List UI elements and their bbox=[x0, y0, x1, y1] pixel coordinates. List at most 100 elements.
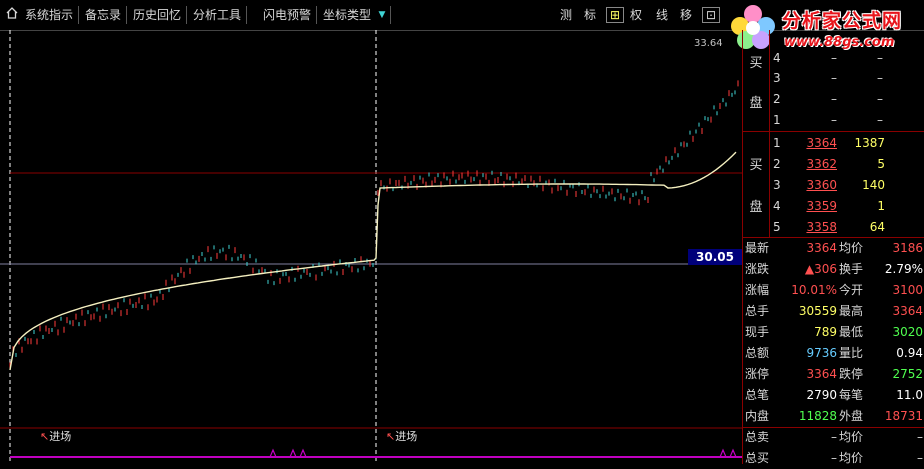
level-number: 5 bbox=[773, 220, 781, 234]
order-level-row: 1 – – bbox=[743, 110, 924, 131]
stat-value: 3364 bbox=[892, 304, 923, 318]
chevron-down-icon[interactable]: ▼ bbox=[372, 6, 392, 24]
level-price: 3359 bbox=[806, 199, 837, 213]
chart-top-price: 33.64 bbox=[694, 38, 723, 49]
stat-value: 9736 bbox=[806, 346, 837, 360]
logo-title: 分析家公式网 bbox=[782, 10, 903, 32]
stat-label: 最新 bbox=[745, 241, 770, 255]
stat-row: 最新 3364 均价 3186 bbox=[743, 238, 924, 259]
stat-label: 均价 bbox=[839, 241, 864, 255]
entry-signal-text: 进场 bbox=[395, 430, 418, 443]
level-volume: – bbox=[877, 71, 883, 85]
level-number: 2 bbox=[773, 92, 781, 106]
level-volume: – bbox=[877, 92, 883, 106]
menu-coordinate-type[interactable]: 坐标类型 bbox=[318, 6, 376, 24]
level-number: 4 bbox=[773, 199, 781, 213]
signal-peaks bbox=[269, 448, 737, 458]
entry-signal-label: ↖进场 bbox=[386, 428, 417, 444]
zoom-in-icon[interactable]: ⊞ bbox=[606, 7, 624, 23]
current-price-tag: 30.05 bbox=[688, 249, 742, 265]
entry-signal-label: ↖进场 bbox=[40, 428, 71, 444]
stat-value: 18731 bbox=[884, 409, 923, 423]
stat-label: 均价 bbox=[839, 430, 864, 444]
level-price: 3362 bbox=[806, 157, 837, 171]
stat-value: 3186 bbox=[892, 241, 923, 255]
stat-value: 2790 bbox=[806, 388, 837, 402]
level-volume: – bbox=[877, 113, 883, 127]
order-level-row: 3 – – bbox=[743, 68, 924, 89]
rights-button[interactable]: 权 bbox=[626, 6, 646, 24]
order-level-row: 4 3359 1 bbox=[743, 196, 924, 217]
stat-value: 2.79% bbox=[884, 262, 923, 276]
line-button[interactable]: 线 bbox=[652, 6, 672, 24]
stat-value: – bbox=[831, 430, 837, 444]
stat-value: 0.94 bbox=[896, 346, 923, 360]
level-number: 3 bbox=[773, 71, 781, 85]
stat-label: 总卖 bbox=[745, 430, 770, 444]
order-level-row: 5 3358 64 bbox=[743, 217, 924, 238]
stat-row: 涨幅 10.01% 今开 3100 bbox=[743, 280, 924, 301]
stat-row: 总额 9736 量比 0.94 bbox=[743, 343, 924, 364]
stat-label: 现手 bbox=[745, 325, 770, 339]
level-number: 1 bbox=[773, 113, 781, 127]
menu-flash-alert[interactable]: 闪电预警 bbox=[258, 6, 318, 24]
move-button[interactable]: 移 bbox=[676, 6, 696, 24]
stat-row: 涨跌 ▲306 换手 2.79% bbox=[743, 259, 924, 280]
menu-analysis-tools[interactable]: 分析工具 bbox=[188, 6, 248, 24]
stat-label: 涨停 bbox=[745, 367, 770, 381]
stat-label: 外盘 bbox=[839, 409, 864, 423]
panel-divider bbox=[743, 131, 924, 132]
menu-memo[interactable]: 备忘录 bbox=[80, 6, 128, 24]
stat-label: 每笔 bbox=[839, 388, 864, 402]
level-price: 3360 bbox=[806, 178, 837, 192]
stat-row: 总买 – 均价 – bbox=[743, 448, 924, 469]
order-level-row: 4 – – bbox=[743, 48, 924, 69]
stat-row: 总卖 – 均价 – bbox=[743, 427, 924, 448]
stat-value: 10.01% bbox=[791, 283, 837, 297]
menu-system-indicator[interactable]: 系统指示 bbox=[20, 6, 80, 24]
level-price: 3358 bbox=[806, 220, 837, 234]
stat-label: 总买 bbox=[745, 451, 770, 465]
intraday-chart[interactable]: 33.64 ↖进场 ↖进场 bbox=[0, 30, 742, 464]
level-price: – bbox=[831, 71, 837, 85]
mark-button[interactable]: 标 bbox=[580, 6, 600, 24]
order-level-row: 2 3362 5 bbox=[743, 154, 924, 175]
stat-label: 总手 bbox=[745, 304, 770, 318]
order-level-row: 3 3360 140 bbox=[743, 175, 924, 196]
stat-row: 现手 789 最低 3020 bbox=[743, 322, 924, 343]
stat-value: ▲306 bbox=[804, 262, 837, 276]
stat-label: 今开 bbox=[839, 283, 864, 297]
menu-history[interactable]: 历史回忆 bbox=[128, 6, 188, 24]
measure-button[interactable]: 测 bbox=[556, 6, 576, 24]
stat-label: 涨幅 bbox=[745, 283, 770, 297]
level-volume: 1387 bbox=[854, 136, 885, 150]
stat-value: 3364 bbox=[806, 241, 837, 255]
level-number: 4 bbox=[773, 51, 781, 65]
quote-panel: 买 盘 4– –3– –2– –1– – 买 盘 1 3364 1387 2 3362 5 3 336… bbox=[742, 30, 924, 465]
stat-label: 换手 bbox=[839, 262, 864, 276]
stat-label: 内盘 bbox=[745, 409, 770, 423]
home-icon[interactable] bbox=[2, 6, 22, 24]
stat-row: 内盘 11828 外盘 18731 bbox=[743, 406, 924, 427]
chart-canvas bbox=[0, 30, 742, 464]
order-level-row: 2 – – bbox=[743, 89, 924, 110]
level-price: 3364 bbox=[806, 136, 837, 150]
stat-row: 总手 30559 最高 3364 bbox=[743, 301, 924, 322]
stat-value: 3100 bbox=[892, 283, 923, 297]
stat-label: 均价 bbox=[839, 451, 864, 465]
level-price: – bbox=[831, 113, 837, 127]
level-number: 2 bbox=[773, 157, 781, 171]
window-icon[interactable]: ⊡ bbox=[702, 7, 720, 23]
level-volume: – bbox=[877, 51, 883, 65]
stat-label: 总笔 bbox=[745, 388, 770, 402]
level-volume: 5 bbox=[877, 157, 885, 171]
toolbar-divider bbox=[390, 6, 391, 24]
level-number: 3 bbox=[773, 178, 781, 192]
level-volume: 1 bbox=[877, 199, 885, 213]
stat-value: 2752 bbox=[892, 367, 923, 381]
stat-row: 总笔 2790 每笔 11.0 bbox=[743, 385, 924, 406]
stat-value: 3364 bbox=[806, 367, 837, 381]
stat-label: 总额 bbox=[745, 346, 770, 360]
order-level-row: 1 3364 1387 bbox=[743, 133, 924, 154]
stat-value: – bbox=[917, 451, 923, 465]
